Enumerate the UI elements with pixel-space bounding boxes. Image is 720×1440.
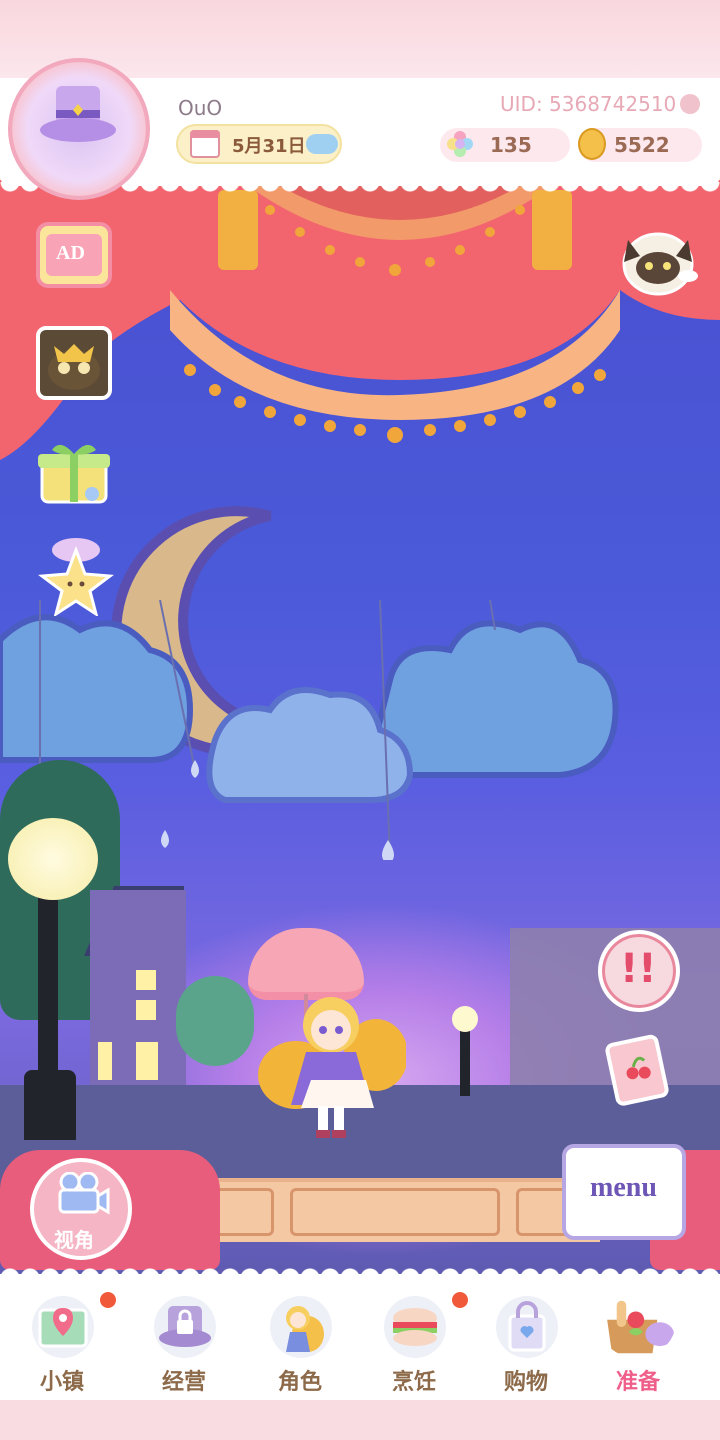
nav-cooking-badge	[450, 1290, 470, 1310]
sandwich-icon	[384, 1296, 446, 1358]
menu-label: menu	[590, 1172, 657, 1203]
small-lamp-light	[452, 1006, 478, 1032]
nav-cooking[interactable]: 烹饪	[358, 1284, 470, 1395]
pet-portrait-button[interactable]	[36, 326, 112, 400]
rainbow-gem-icon	[447, 131, 473, 157]
ad-label: AD	[56, 242, 85, 264]
top-hat-avatar-icon	[40, 86, 116, 142]
copy-uid-icon[interactable]	[680, 94, 700, 114]
gold-coin-icon	[578, 128, 606, 160]
gem-count: 135	[490, 133, 532, 157]
shopping-bag-icon	[496, 1296, 558, 1358]
coin-count: 5522	[614, 133, 670, 157]
nav-business[interactable]: 经营	[128, 1284, 240, 1395]
recipe-book-button[interactable]	[600, 1032, 676, 1108]
siamese-cat-button[interactable]	[616, 222, 700, 298]
player-character[interactable]	[256, 980, 406, 1150]
nav-prepare-label: 准备	[615, 1370, 660, 1395]
character-girl-icon	[270, 1296, 332, 1358]
camera-view-label: 视角	[54, 1228, 94, 1252]
date-text: 5月31日	[232, 136, 306, 157]
nav-character[interactable]: 角色	[244, 1284, 356, 1395]
street-lamp-base	[24, 1070, 76, 1140]
stage-panel-center	[290, 1188, 500, 1236]
nav-business-label: 经营	[161, 1370, 206, 1395]
raccoon-pet-icon	[48, 344, 100, 390]
picnic-basket-icon	[607, 1300, 674, 1354]
nav-prepare[interactable]: 准备	[582, 1284, 694, 1395]
star-character-button[interactable]	[38, 536, 114, 616]
gift-box-button[interactable]	[34, 438, 114, 506]
small-lamp-post	[460, 1030, 470, 1096]
nav-town-label: 小镇	[39, 1370, 84, 1395]
nav-shopping-label: 购物	[503, 1370, 548, 1395]
calendar-icon	[190, 130, 220, 158]
street-lamp-light	[8, 818, 98, 900]
nav-character-label: 角色	[277, 1370, 322, 1395]
house-left	[90, 890, 186, 1095]
locked-hat-icon	[154, 1296, 216, 1358]
exclamation-icon: !!	[620, 946, 657, 992]
nav-cooking-label: 烹饪	[391, 1370, 436, 1395]
player-uid: UID: 5368742510	[500, 92, 677, 116]
nav-shopping[interactable]: 购物	[470, 1284, 582, 1395]
weather-cloud-icon	[306, 134, 338, 154]
tree-middle	[176, 976, 254, 1066]
town-map-icon	[32, 1296, 94, 1358]
nav-town-badge	[98, 1290, 118, 1310]
player-name: OuO	[178, 96, 223, 120]
video-camera-icon	[58, 1172, 110, 1215]
nav-town[interactable]: 小镇	[6, 1284, 118, 1395]
bottom-decor-strip	[0, 1400, 720, 1440]
